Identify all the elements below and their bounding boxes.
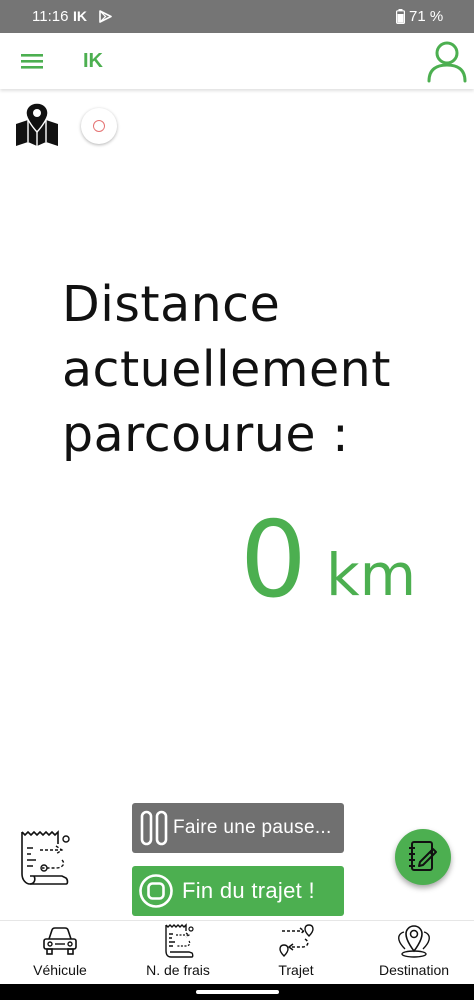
nav-item-label: Trajet	[278, 962, 314, 978]
nav-item-label: N. de frais	[146, 962, 210, 978]
map-button[interactable]	[12, 102, 62, 148]
status-bar: 11:16 IK 71 %	[0, 0, 474, 33]
nav-item-label: Véhicule	[33, 962, 87, 978]
nav-item-trip[interactable]: Trajet	[237, 921, 355, 985]
receipt-icon	[165, 923, 194, 958]
home-gesture-handle[interactable]	[196, 990, 279, 994]
notes-fab-button[interactable]	[395, 829, 451, 885]
user-profile-icon	[427, 41, 467, 83]
pause-button-label: Faire une pause...	[173, 817, 332, 838]
record-circle-icon	[93, 120, 105, 132]
hamburger-menu-icon	[21, 54, 43, 69]
nav-item-vehicle[interactable]: Véhicule	[1, 921, 119, 985]
end-trip-button[interactable]: Fin du trajet !	[132, 866, 344, 916]
car-icon	[43, 927, 77, 955]
system-navigation-bar	[0, 984, 474, 1000]
distance-label: Distance actuellement parcourue :	[62, 276, 391, 463]
status-time: 11:16	[32, 8, 69, 25]
expense-receipt-button[interactable]	[16, 830, 70, 888]
pause-icon	[140, 810, 168, 846]
nav-item-destination[interactable]: Destination	[355, 921, 473, 985]
status-app-indicator: IK	[73, 8, 87, 24]
nav-item-label: Destination	[378, 962, 450, 978]
distance-unit: km	[326, 541, 417, 609]
status-battery: 71 %	[409, 8, 444, 25]
stop-icon	[139, 874, 173, 908]
pause-button[interactable]: Faire une pause...	[132, 803, 344, 853]
app-bar: IK	[0, 33, 474, 89]
play-store-icon	[99, 10, 112, 28]
nav-item-expense-notes[interactable]: N. de frais	[119, 921, 237, 985]
end-trip-button-label: Fin du trajet !	[182, 878, 315, 903]
record-toggle-button[interactable]	[81, 108, 117, 144]
bottom-navigation: Véhicule N. de frais Trajet Destination	[0, 920, 474, 984]
menu-button[interactable]	[18, 47, 46, 75]
distance-value: 0	[240, 499, 307, 621]
battery-icon	[396, 9, 406, 29]
profile-button[interactable]	[424, 38, 470, 84]
app-title: IK	[83, 50, 103, 72]
map-location-icon	[16, 102, 58, 146]
map-pins-icon	[398, 925, 430, 958]
receipt-route-icon	[21, 830, 70, 885]
notebook-edit-icon	[409, 841, 437, 871]
route-icon	[279, 924, 314, 957]
